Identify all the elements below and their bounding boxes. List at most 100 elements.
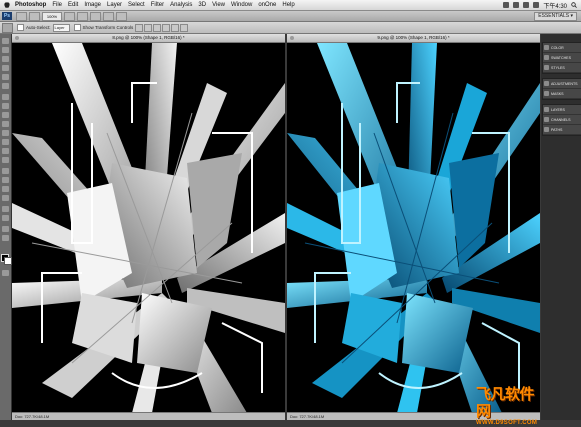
masks-icon — [544, 91, 549, 96]
3d-rotate-tool-icon[interactable] — [2, 206, 9, 212]
styles-panel-button[interactable]: STYLES — [543, 63, 581, 73]
color-panel-button[interactable]: COLOR — [543, 43, 581, 53]
close-document-icon[interactable] — [290, 36, 294, 40]
align-top-button[interactable] — [135, 23, 144, 32]
align-bottom-button[interactable] — [153, 23, 162, 32]
show-transform-checkbox[interactable] — [73, 24, 81, 31]
menu-extras: 下午4:30 — [503, 1, 577, 10]
brush-tool-icon[interactable] — [2, 103, 9, 109]
clone-stamp-tool-icon[interactable] — [2, 112, 9, 118]
menu-help[interactable]: Help — [282, 2, 294, 8]
swatches-icon — [544, 55, 549, 60]
rotate-view-button[interactable] — [90, 11, 101, 21]
screen-mode-button[interactable] — [116, 11, 127, 21]
zoom-level-field[interactable]: 100% — [42, 11, 62, 21]
align-right-button[interactable] — [180, 23, 189, 32]
color-icon — [544, 45, 549, 50]
spotlight-search-icon[interactable] — [571, 2, 577, 8]
gradient-tool-icon[interactable] — [2, 139, 9, 145]
channels-panel-button[interactable]: CHANNELS — [543, 115, 581, 125]
paths-panel-button[interactable]: PATHS — [543, 125, 581, 135]
blur-tool-icon[interactable] — [2, 148, 9, 154]
document-tab-right[interactable]: 9.png @ 100% (Shape 1, RGB/16) * — [287, 34, 540, 43]
options-bar: Auto-Select: Layer Show Transform Contro… — [0, 22, 581, 34]
shape-tool-icon[interactable] — [2, 195, 9, 201]
quick-select-tool-icon[interactable] — [2, 65, 9, 71]
watermark-title: 飞凡软件网 — [476, 386, 535, 420]
canvas-left[interactable] — [12, 43, 285, 413]
dodge-tool-icon[interactable] — [2, 157, 9, 163]
align-middle-button[interactable] — [144, 23, 153, 32]
menu-layer[interactable]: Layer — [107, 2, 122, 8]
quick-mask-icon[interactable] — [2, 270, 9, 276]
canvas-right[interactable] — [287, 43, 540, 413]
menu-window[interactable]: Window — [231, 2, 252, 8]
battery-icon[interactable] — [533, 2, 540, 8]
align-center-button[interactable] — [171, 23, 180, 32]
launch-bridge-button[interactable] — [16, 11, 27, 21]
layers-icon — [544, 107, 549, 112]
menu-photoshop[interactable]: Photoshop — [15, 2, 46, 8]
document-title-right: 9.png @ 100% (Shape 1, RGB/16) * — [377, 35, 450, 40]
hand-tool-button[interactable] — [64, 11, 75, 21]
show-transform-label: Show Transform Controls — [82, 25, 134, 30]
bluetooth-icon[interactable] — [503, 2, 510, 8]
menu-analysis[interactable]: Analysis — [170, 2, 192, 8]
healing-brush-tool-icon[interactable] — [2, 94, 9, 100]
auto-select-dropdown[interactable]: Layer — [52, 23, 70, 32]
layers-panel-button[interactable]: LAYERS — [543, 105, 581, 115]
apple-icon[interactable] — [3, 1, 11, 9]
menu-filter[interactable]: Filter — [151, 2, 164, 8]
photoshop-logo: Ps — [2, 12, 12, 20]
paths-icon — [544, 127, 549, 132]
masks-panel-label: MASKS — [551, 91, 564, 96]
eyedropper-tool-icon[interactable] — [2, 83, 9, 89]
auto-select-checkbox[interactable] — [17, 24, 24, 31]
history-brush-tool-icon[interactable] — [2, 121, 9, 127]
panel-group-color: COLOR SWATCHES STYLES — [542, 42, 581, 74]
3d-orbit-tool-icon[interactable] — [2, 215, 9, 221]
path-selection-tool-icon[interactable] — [2, 186, 9, 192]
layers-panel-label: LAYERS — [551, 107, 565, 112]
marquee-tool-icon[interactable] — [2, 47, 9, 53]
move-tool-icon[interactable] — [2, 38, 9, 44]
lasso-tool-icon[interactable] — [2, 56, 9, 62]
document-tab-left[interactable]: 8.png @ 100% (Shape 1, RGB/16) * — [12, 34, 285, 43]
background-color-swatch[interactable] — [4, 257, 12, 265]
volume-icon[interactable] — [523, 2, 530, 8]
menu-file[interactable]: File — [52, 2, 62, 8]
arrange-documents-button[interactable] — [103, 11, 114, 21]
menu-image[interactable]: Image — [84, 2, 101, 8]
styles-panel-label: STYLES — [551, 65, 565, 70]
masks-panel-button[interactable]: MASKS — [543, 89, 581, 99]
site-watermark: 飞凡软件网 WWW.D9SOFT.COM — [476, 386, 546, 426]
pen-tool-icon[interactable] — [2, 168, 9, 174]
color-panel-label: COLOR — [551, 45, 564, 50]
paths-panel-label: PATHS — [551, 127, 563, 132]
menu-clock[interactable]: 下午4:30 — [543, 1, 567, 10]
channels-panel-label: CHANNELS — [551, 117, 571, 122]
hand-tool-icon[interactable] — [2, 226, 9, 232]
cyan-abstract-artwork — [287, 43, 540, 413]
zoom-tool-button[interactable] — [77, 11, 88, 21]
launch-minibridge-button[interactable] — [29, 11, 40, 21]
menu-onone[interactable]: onOne — [258, 2, 276, 8]
menu-select[interactable]: Select — [128, 2, 145, 8]
zoom-tool-icon[interactable] — [2, 235, 9, 241]
close-document-icon[interactable] — [15, 36, 19, 40]
workspace-switcher[interactable]: ESSENTIALS ▾ — [534, 11, 577, 21]
crop-tool-icon[interactable] — [2, 74, 9, 80]
document-status-left[interactable]: Doc: 727.7K/48.1M — [12, 412, 285, 420]
menu-3d[interactable]: 3D — [198, 2, 206, 8]
swatches-panel-button[interactable]: SWATCHES — [543, 53, 581, 63]
mac-menu-bar: Photoshop File Edit Image Layer Select F… — [0, 0, 581, 11]
type-tool-icon[interactable] — [2, 177, 9, 183]
menu-edit[interactable]: Edit — [68, 2, 78, 8]
eraser-tool-icon[interactable] — [2, 130, 9, 136]
menu-view[interactable]: View — [212, 2, 225, 8]
align-left-button[interactable] — [162, 23, 171, 32]
application-bar: Ps 100% ESSENTIALS ▾ — [0, 11, 581, 22]
adjustments-panel-button[interactable]: ADJUSTMENTS — [543, 79, 581, 89]
wifi-icon[interactable] — [513, 2, 520, 8]
current-tool-icon[interactable] — [2, 22, 13, 33]
